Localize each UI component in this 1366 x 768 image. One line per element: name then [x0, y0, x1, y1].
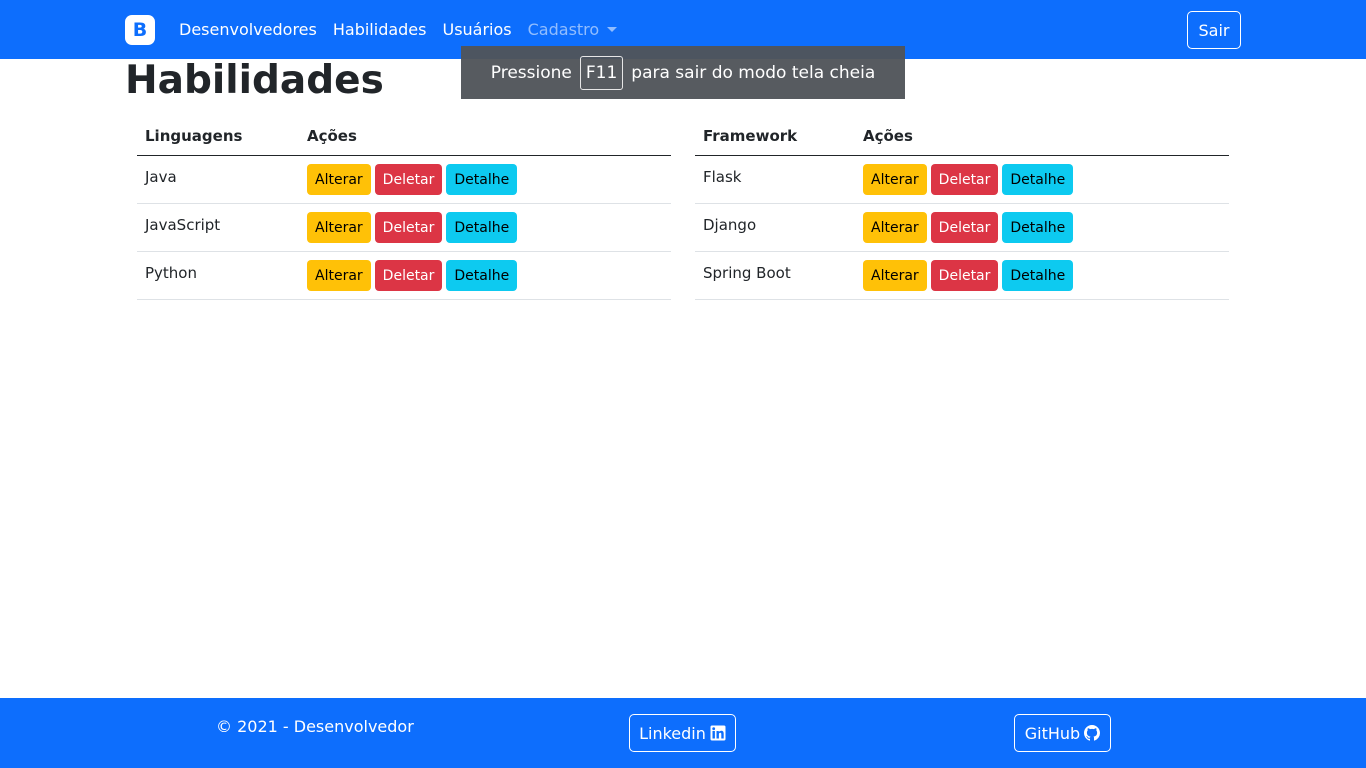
detail-button[interactable]: Detalhe	[446, 164, 518, 195]
github-icon	[1084, 725, 1101, 741]
table-framework: Framework Ações Flask Alterar Deletar De…	[695, 116, 1229, 300]
skill-name: JavaScript	[145, 215, 221, 234]
linkedin-icon	[710, 725, 726, 741]
skill-name: Java	[145, 167, 177, 186]
row-actions: Alterar Deletar Detalhe	[863, 164, 1074, 195]
logout-button[interactable]: Sair	[1187, 11, 1241, 49]
github-button[interactable]: GitHub	[1014, 714, 1111, 752]
toast-prefix: Pressione	[490, 62, 572, 83]
footer: © 2021 - Desenvolvedor Linkedin GitHub	[0, 698, 1366, 768]
table-header: Framework Ações	[695, 116, 1229, 156]
copyright-text: © 2021 - Desenvolvedor	[216, 717, 414, 736]
delete-button[interactable]: Deletar	[374, 260, 443, 291]
row-actions: Alterar Deletar Detalhe	[863, 212, 1074, 243]
skill-name: Django	[703, 215, 757, 234]
delete-button[interactable]: Deletar	[930, 212, 999, 243]
fullscreen-toast: Pressione F11 para sair do modo tela che…	[461, 46, 905, 99]
nav-link-habilidades[interactable]: Habilidades	[325, 20, 435, 39]
edit-button[interactable]: Alterar	[307, 164, 371, 195]
linkedin-label: Linkedin	[639, 723, 706, 743]
nav-dropdown-cadastro-label: Cadastro	[527, 20, 600, 39]
edit-button[interactable]: Alterar	[863, 164, 927, 195]
nav-link-desenvolvedores[interactable]: Desenvolvedores	[171, 20, 325, 39]
toast-suffix: para sair do modo tela cheia	[631, 62, 876, 83]
delete-button[interactable]: Deletar	[930, 164, 999, 195]
nav-link-usuarios[interactable]: Usuários	[434, 20, 519, 39]
edit-button[interactable]: Alterar	[307, 212, 371, 243]
detail-button[interactable]: Detalhe	[1002, 212, 1074, 243]
table-row: Java Alterar Deletar Detalhe	[137, 156, 671, 204]
table-linguagens: Linguagens Ações Java Alterar Deletar De…	[137, 116, 671, 300]
row-actions: Alterar Deletar Detalhe	[863, 260, 1074, 291]
detail-button[interactable]: Detalhe	[446, 212, 518, 243]
row-actions: Alterar Deletar Detalhe	[307, 212, 518, 243]
page-title: Habilidades	[125, 58, 384, 103]
skill-name: Spring Boot	[703, 263, 791, 282]
row-actions: Alterar Deletar Detalhe	[307, 260, 518, 291]
edit-button[interactable]: Alterar	[863, 260, 927, 291]
row-actions: Alterar Deletar Detalhe	[307, 164, 518, 195]
nav-dropdown-cadastro[interactable]: Cadastro	[520, 20, 626, 39]
brand-logo[interactable]: B	[125, 15, 155, 45]
detail-button[interactable]: Detalhe	[446, 260, 518, 291]
github-label: GitHub	[1024, 723, 1081, 743]
header-acoes: Ações	[863, 126, 913, 145]
header-framework: Framework	[703, 126, 798, 145]
table-row: Django Alterar Deletar Detalhe	[695, 204, 1229, 252]
table-row: Spring Boot Alterar Deletar Detalhe	[695, 252, 1229, 300]
detail-button[interactable]: Detalhe	[1002, 260, 1074, 291]
delete-button[interactable]: Deletar	[374, 164, 443, 195]
delete-button[interactable]: Deletar	[374, 212, 443, 243]
skill-name: Python	[145, 263, 197, 282]
detail-button[interactable]: Detalhe	[1002, 164, 1074, 195]
table-row: Python Alterar Deletar Detalhe	[137, 252, 671, 300]
table-row: JavaScript Alterar Deletar Detalhe	[137, 204, 671, 252]
caret-down-icon	[607, 27, 618, 32]
linkedin-button[interactable]: Linkedin	[629, 714, 736, 752]
edit-button[interactable]: Alterar	[307, 260, 371, 291]
toast-key: F11	[579, 55, 624, 90]
table-header: Linguagens Ações	[137, 116, 671, 156]
table-row: Flask Alterar Deletar Detalhe	[695, 156, 1229, 204]
skill-name: Flask	[703, 167, 742, 186]
delete-button[interactable]: Deletar	[930, 260, 999, 291]
header-acoes: Ações	[307, 126, 357, 145]
edit-button[interactable]: Alterar	[863, 212, 927, 243]
header-linguagens: Linguagens	[145, 126, 243, 145]
